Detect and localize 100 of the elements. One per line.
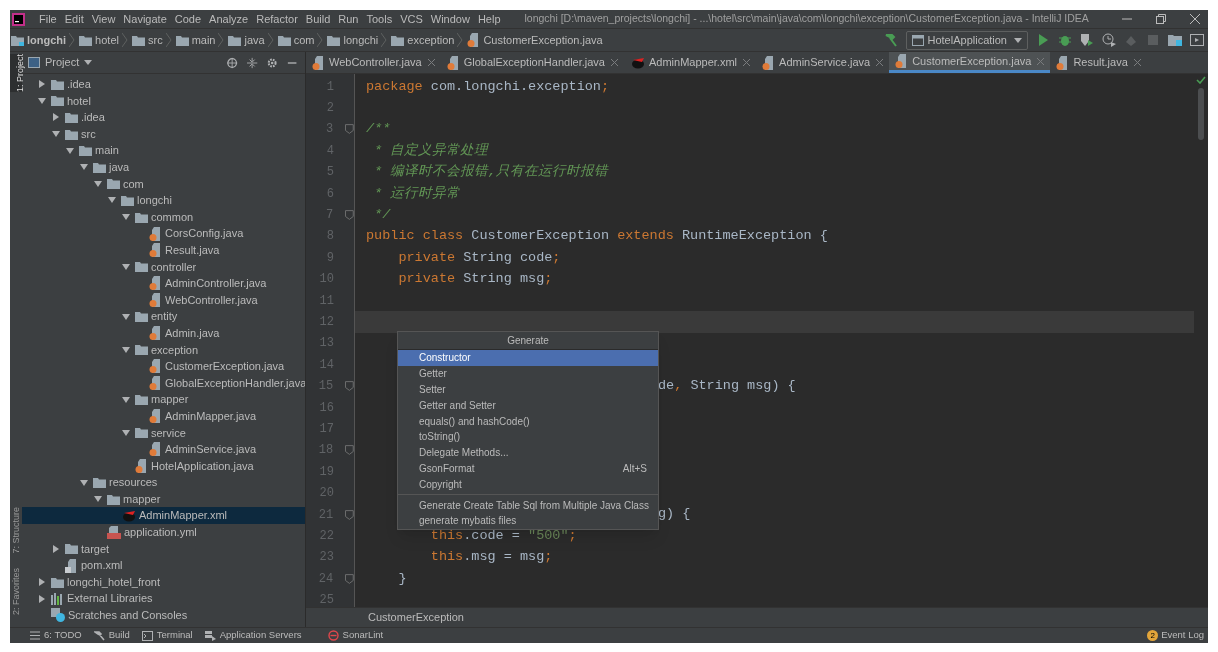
expanded-arrow-icon[interactable]	[94, 495, 102, 504]
expanded-arrow-icon[interactable]	[52, 130, 60, 139]
menu-item[interactable]: Getter and Setter	[398, 397, 658, 414]
editor-tab[interactable]: Result.java	[1050, 52, 1147, 73]
tree-item[interactable]: application.yml	[22, 524, 305, 541]
expanded-arrow-icon[interactable]	[38, 96, 46, 105]
menu-item[interactable]: Analyze	[205, 10, 253, 28]
tree-item[interactable]: HotelApplication.java	[22, 457, 305, 475]
menu-item[interactable]: Delegate Methods...	[398, 444, 658, 461]
tool-window-button[interactable]: Application Servers	[204, 628, 302, 643]
menu-item[interactable]: Help	[473, 10, 505, 28]
tree-item[interactable]: service	[22, 424, 305, 442]
tree-item[interactable]: AdminController.java	[22, 275, 305, 292]
collapsed-arrow-icon[interactable]	[38, 80, 46, 89]
tree-item[interactable]: Admin.java	[22, 324, 305, 342]
breadcrumb[interactable]: src	[130, 31, 163, 49]
editor-tab[interactable]: GlobalExceptionHandler.java	[440, 52, 624, 73]
view-dropdown[interactable]: Project	[45, 54, 93, 71]
expanded-arrow-icon[interactable]	[122, 262, 130, 271]
menu-item[interactable]: equals() and hashCode()	[398, 413, 658, 429]
breadcrumb[interactable]: main	[174, 31, 216, 49]
crosshair-icon[interactable]	[227, 55, 239, 70]
event-log-button[interactable]: 2 Event Log	[1147, 628, 1204, 643]
tree-item[interactable]: mapper	[22, 490, 305, 508]
hammer-icon[interactable]	[883, 33, 898, 47]
tree-item[interactable]: External Libraries	[22, 590, 305, 607]
breadcrumb[interactable]: hotel	[78, 31, 119, 49]
tree-item[interactable]: AdminMapper.java	[22, 407, 305, 425]
breadcrumb[interactable]: com	[276, 31, 315, 49]
expanded-arrow-icon[interactable]	[122, 395, 130, 404]
presentation-icon[interactable]	[1190, 33, 1204, 47]
menu-item[interactable]: Tools	[362, 10, 397, 28]
menu-item[interactable]: Constructor	[398, 350, 658, 366]
tree-item[interactable]: com	[22, 175, 305, 193]
tree-item[interactable]: CorsConfig.java	[22, 225, 305, 242]
tool-window-tab[interactable]: 7: Structure	[10, 507, 22, 554]
expanded-arrow-icon[interactable]	[122, 428, 130, 437]
menu-item[interactable]: VCS	[396, 10, 427, 28]
restore-icon[interactable]	[1156, 14, 1166, 24]
tree-item[interactable]: exception	[22, 341, 305, 359]
menu-item[interactable]: Setter	[398, 381, 658, 398]
close-icon[interactable]	[1190, 14, 1200, 24]
fold-marker-icon[interactable]	[345, 210, 354, 221]
expanded-arrow-icon[interactable]	[122, 213, 130, 222]
tree-item[interactable]: AdminMapper.xml	[22, 507, 305, 525]
collapsed-arrow-icon[interactable]	[38, 578, 46, 587]
run-configuration-dropdown[interactable]: HotelApplication	[905, 30, 1028, 50]
editor-tab[interactable]: AdminMapper.xml	[624, 52, 757, 73]
tree-item[interactable]: .idea	[22, 109, 305, 126]
breadcrumb[interactable]: exception	[390, 31, 455, 49]
code-breadcrumb[interactable]: CustomerException	[368, 609, 464, 626]
tree-item[interactable]: hotel	[22, 92, 305, 110]
tool-window-button[interactable]: SonarLint	[327, 628, 384, 643]
tree-item[interactable]: longchi	[22, 192, 305, 209]
tree-item[interactable]: target	[22, 540, 305, 558]
expanded-arrow-icon[interactable]	[66, 146, 74, 155]
tree-item[interactable]: java	[22, 158, 305, 176]
breadcrumb[interactable]: java	[227, 31, 265, 49]
fold-marker-icon[interactable]	[345, 509, 354, 520]
menu-item[interactable]: Navigate	[119, 10, 171, 28]
tree-item[interactable]: longchi_hotel_front	[22, 573, 305, 591]
tree-item[interactable]: Result.java	[22, 241, 305, 259]
editor-tab[interactable]: AdminService.java	[756, 52, 890, 73]
collapsed-arrow-icon[interactable]	[52, 544, 60, 553]
fold-marker-icon[interactable]	[345, 381, 354, 392]
menu-item[interactable]: Generate Create Table Sql from Multiple Java Class	[398, 497, 658, 513]
menu-item[interactable]: GsonFormat Alt+S	[398, 460, 658, 477]
expanded-arrow-icon[interactable]	[80, 478, 88, 487]
tree-item[interactable]: WebController.java	[22, 291, 305, 309]
tree-item[interactable]: .idea	[22, 76, 305, 93]
menu-item[interactable]: Code	[170, 10, 206, 28]
menu-item[interactable]: View	[87, 10, 120, 28]
clock-run-icon[interactable]	[1102, 33, 1116, 47]
menu-item[interactable]: Run	[334, 10, 363, 28]
tree-item[interactable]: Scratches and Consoles	[22, 607, 305, 624]
close-icon[interactable]	[1133, 59, 1141, 66]
collapse-icon[interactable]	[247, 55, 259, 70]
menu-item[interactable]: Window	[426, 10, 474, 28]
close-icon[interactable]	[611, 59, 618, 66]
fold-marker-icon[interactable]	[345, 445, 354, 456]
tool-window-button[interactable]: Terminal	[141, 628, 193, 643]
project-structure-icon[interactable]	[1168, 33, 1182, 47]
collapsed-arrow-icon[interactable]	[52, 113, 60, 122]
menu-item[interactable]: Refactor	[252, 10, 302, 28]
collapsed-arrow-icon[interactable]	[38, 594, 46, 603]
close-icon[interactable]	[876, 59, 884, 66]
tree-item[interactable]: controller	[22, 258, 305, 276]
tool-window-button[interactable]: 6: TODO	[30, 628, 82, 643]
scrollbar[interactable]	[1198, 88, 1204, 140]
shield-run-icon[interactable]	[1080, 33, 1094, 47]
menu-item[interactable]: Edit	[60, 10, 88, 28]
editor-tab[interactable]: CustomerException.java	[889, 52, 1051, 73]
menu-item[interactable]: Getter	[398, 365, 658, 382]
tree-item[interactable]: CustomerException.java	[22, 358, 305, 375]
tool-window-tab[interactable]: 2: Favorites	[10, 567, 22, 615]
menu-item[interactable]: generate mybatis files	[398, 512, 658, 529]
menu-item[interactable]: Copyright	[398, 476, 658, 493]
menu-item[interactable]: toString()	[398, 429, 658, 445]
breadcrumb[interactable]: CustomerException.java	[466, 31, 603, 49]
tree-item[interactable]: src	[22, 125, 305, 143]
